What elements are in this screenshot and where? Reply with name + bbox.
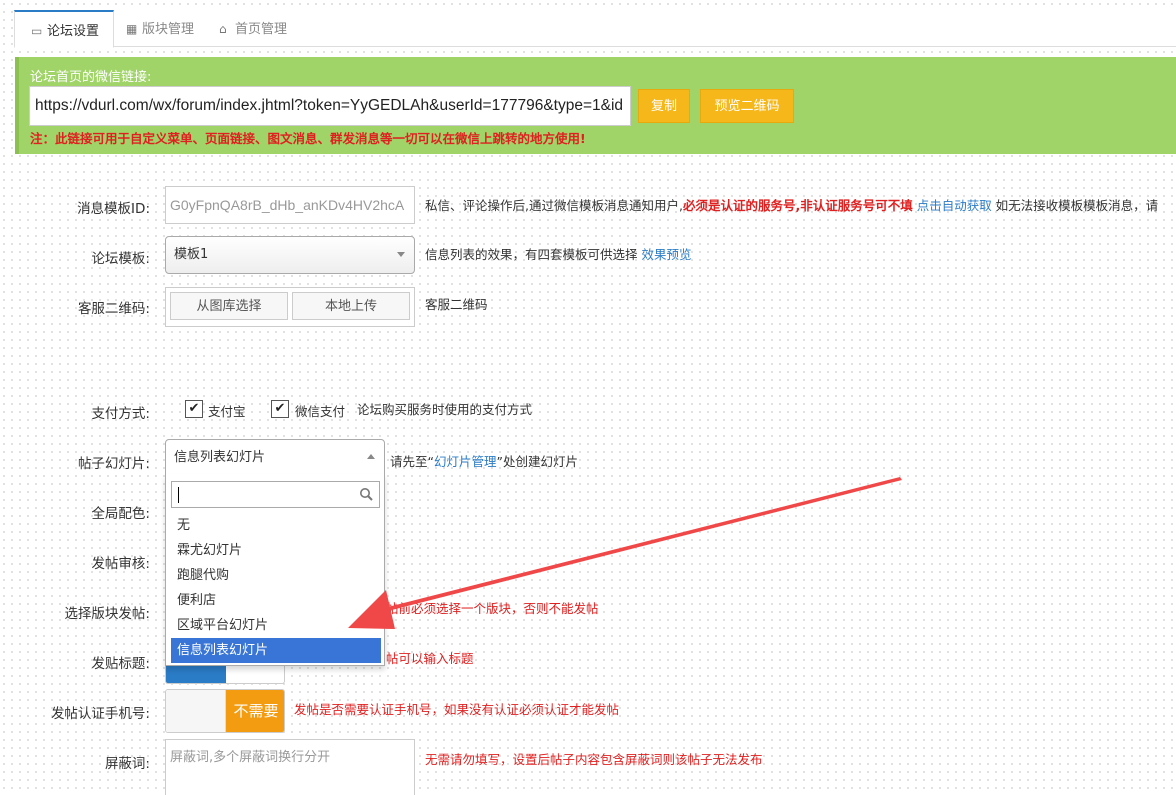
annotation-arrow: [348, 477, 902, 629]
